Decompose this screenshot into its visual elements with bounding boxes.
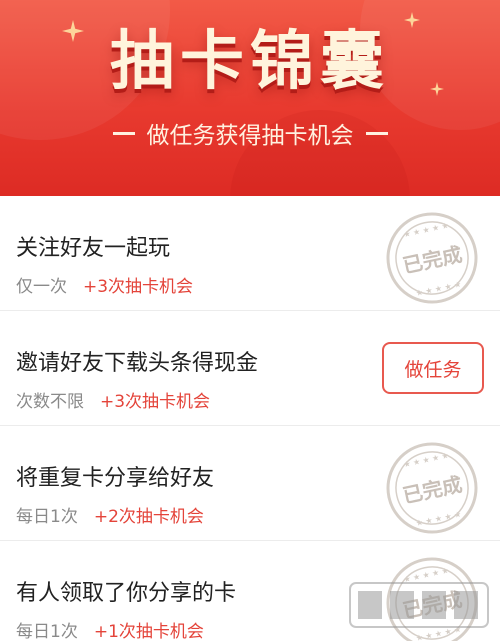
do-task-button[interactable]: 做任务 xyxy=(382,342,484,394)
completed-stamp: ★ ★ ★ ★ ★ ★ ★ ★ ★ ★ 已完成 xyxy=(375,201,489,315)
task-meta: 次数不限 +3次抽卡机会 xyxy=(16,387,210,412)
header-banner: 抽卡锦囊 做任务获得抽卡机会 xyxy=(0,0,500,196)
svg-text:★ ★ ★ ★ ★: ★ ★ ★ ★ ★ xyxy=(403,451,450,469)
task-reward: +1次抽卡机会 xyxy=(93,622,204,641)
task-row: 关注好友一起玩 仅一次 +3次抽卡机会 ★ ★ ★ ★ ★ ★ ★ ★ ★ ★ … xyxy=(0,196,500,311)
task-reward: +2次抽卡机会 xyxy=(93,507,204,527)
task-meta: 每日1次 +2次抽卡机会 xyxy=(16,502,204,527)
task-reward: +3次抽卡机会 xyxy=(83,277,194,297)
svg-text:★ ★ ★ ★ ★: ★ ★ ★ ★ ★ xyxy=(403,221,450,239)
task-frequency: 每日1次 xyxy=(16,622,78,641)
task-row: 邀请好友下载头条得现金 次数不限 +3次抽卡机会 做任务 xyxy=(0,311,500,426)
task-title: 邀请好友下载头条得现金 xyxy=(16,351,259,376)
task-frequency: 每日1次 xyxy=(16,507,78,527)
task-title: 将重复卡分享给好友 xyxy=(16,466,215,491)
task-frequency: 仅一次 xyxy=(16,277,67,297)
task-title: 关注好友一起玩 xyxy=(16,236,171,261)
task-reward: +3次抽卡机会 xyxy=(100,392,211,412)
task-frequency: 次数不限 xyxy=(16,392,84,412)
page-title: 抽卡锦囊 xyxy=(110,25,390,99)
page-subtitle: 做任务获得抽卡机会 xyxy=(0,116,500,150)
watermark-logo-icon xyxy=(349,582,489,628)
task-meta: 仅一次 +3次抽卡机会 xyxy=(16,272,193,297)
subtitle-dash xyxy=(112,131,135,135)
subtitle-dash xyxy=(365,131,388,135)
task-row: 将重复卡分享给好友 每日1次 +2次抽卡机会 ★ ★ ★ ★ ★ ★ ★ ★ ★… xyxy=(0,426,500,541)
subtitle-text: 做任务获得抽卡机会 xyxy=(146,123,354,149)
task-meta: 每日1次 +1次抽卡机会 xyxy=(16,617,204,641)
task-title: 有人领取了你分享的卡 xyxy=(16,581,237,606)
completed-stamp: ★ ★ ★ ★ ★ ★ ★ ★ ★ ★ 已完成 xyxy=(375,431,489,545)
